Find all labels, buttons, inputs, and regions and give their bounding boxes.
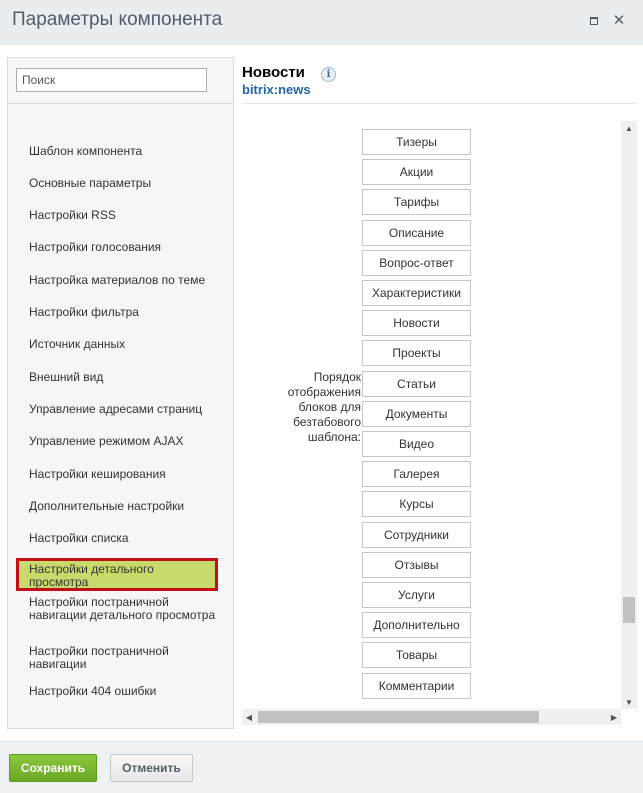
- sidebar-item[interactable]: Шаблон компонента: [16, 145, 218, 158]
- info-icon[interactable]: i: [321, 67, 336, 82]
- sidebar-item[interactable]: Настройка материалов по теме: [16, 274, 218, 287]
- sidebar-item[interactable]: Настройки постраничной навигации: [16, 645, 218, 671]
- dialog-titlebar: Параметры компонента ✕: [0, 0, 643, 45]
- block-order-item[interactable]: Вопрос-ответ: [362, 249, 471, 276]
- sidebar-item[interactable]: Дополнительные настройки: [16, 500, 218, 513]
- save-button[interactable]: Сохранить: [9, 754, 97, 782]
- block-order-item[interactable]: Характеристики: [362, 280, 471, 306]
- settings-panel: Порядок отображения блоков для безтабово…: [242, 121, 620, 709]
- block-order-item[interactable]: Описание: [362, 219, 471, 246]
- dialog-title: Параметры компонента: [12, 9, 223, 30]
- header-divider: [242, 103, 637, 104]
- scroll-down-icon[interactable]: ▼: [621, 695, 637, 709]
- sidebar-item[interactable]: Настройки 404 ошибки: [16, 685, 218, 698]
- maximize-icon[interactable]: [586, 13, 602, 29]
- sidebar: Шаблон компонента Основные параметры Настр…: [7, 57, 234, 729]
- block-order-item[interactable]: Тарифы: [362, 189, 471, 216]
- cancel-button[interactable]: Отменить: [110, 754, 193, 782]
- block-order-item[interactable]: Документы: [362, 400, 471, 427]
- sidebar-item[interactable]: Настройки списка: [16, 532, 218, 545]
- sidebar-item[interactable]: Настройки постраничной навигации детальн…: [16, 596, 218, 622]
- block-order-item[interactable]: Проекты: [362, 340, 471, 367]
- dialog-body: Шаблон компонента Основные параметры Настр…: [0, 45, 643, 741]
- block-order-label: Порядок отображения блоков для безтабово…: [287, 370, 361, 444]
- block-order-item[interactable]: Галерея: [362, 461, 471, 488]
- sidebar-item[interactable]: Настройки RSS: [16, 209, 218, 222]
- close-icon[interactable]: ✕: [611, 13, 627, 29]
- scroll-thumb[interactable]: [623, 597, 635, 623]
- scroll-right-icon[interactable]: ▶: [607, 709, 621, 725]
- block-order-item[interactable]: Новости: [362, 310, 471, 337]
- search-wrap: [8, 58, 233, 104]
- block-order-item[interactable]: Акции: [362, 159, 471, 186]
- block-order-item[interactable]: Товары: [362, 642, 471, 669]
- block-order-item[interactable]: Дополнительно: [362, 612, 471, 639]
- block-order-item[interactable]: Видео: [362, 431, 471, 457]
- component-code: bitrix:news: [242, 82, 311, 97]
- sidebar-item[interactable]: Источник данных: [16, 338, 218, 351]
- block-order-item[interactable]: Тизеры: [362, 129, 471, 155]
- block-order-item[interactable]: Отзывы: [362, 551, 471, 578]
- block-order-item[interactable]: Сотрудники: [362, 521, 471, 548]
- component-name: Новости: [242, 64, 305, 81]
- sidebar-item[interactable]: Настройки детального просмотра: [16, 558, 218, 591]
- sidebar-item[interactable]: Внешний вид: [16, 371, 218, 384]
- dialog-footer: Сохранить Отменить: [0, 741, 643, 793]
- sidebar-item[interactable]: Настройки кеширования: [16, 468, 218, 481]
- hscroll-thumb[interactable]: [258, 711, 539, 723]
- vertical-scrollbar[interactable]: ▲ ▼: [621, 121, 637, 709]
- block-order-item[interactable]: Курсы: [362, 491, 471, 518]
- scroll-left-icon[interactable]: ◀: [242, 709, 256, 725]
- sidebar-item[interactable]: Управление адресами страниц: [16, 403, 218, 416]
- block-order-item[interactable]: Услуги: [362, 582, 471, 608]
- horizontal-scrollbar[interactable]: ◀ ▶: [242, 709, 621, 725]
- sidebar-item[interactable]: Настройки фильтра: [16, 306, 218, 319]
- sidebar-item[interactable]: Основные параметры: [16, 177, 218, 190]
- block-order-item[interactable]: Комментарии: [362, 672, 471, 699]
- scroll-up-icon[interactable]: ▲: [621, 121, 637, 135]
- sidebar-item[interactable]: Настройки голосования: [16, 241, 218, 254]
- search-input[interactable]: [16, 68, 207, 92]
- block-order-item[interactable]: Статьи: [362, 370, 471, 397]
- sidebar-item[interactable]: Управление режимом AJAX: [16, 435, 218, 448]
